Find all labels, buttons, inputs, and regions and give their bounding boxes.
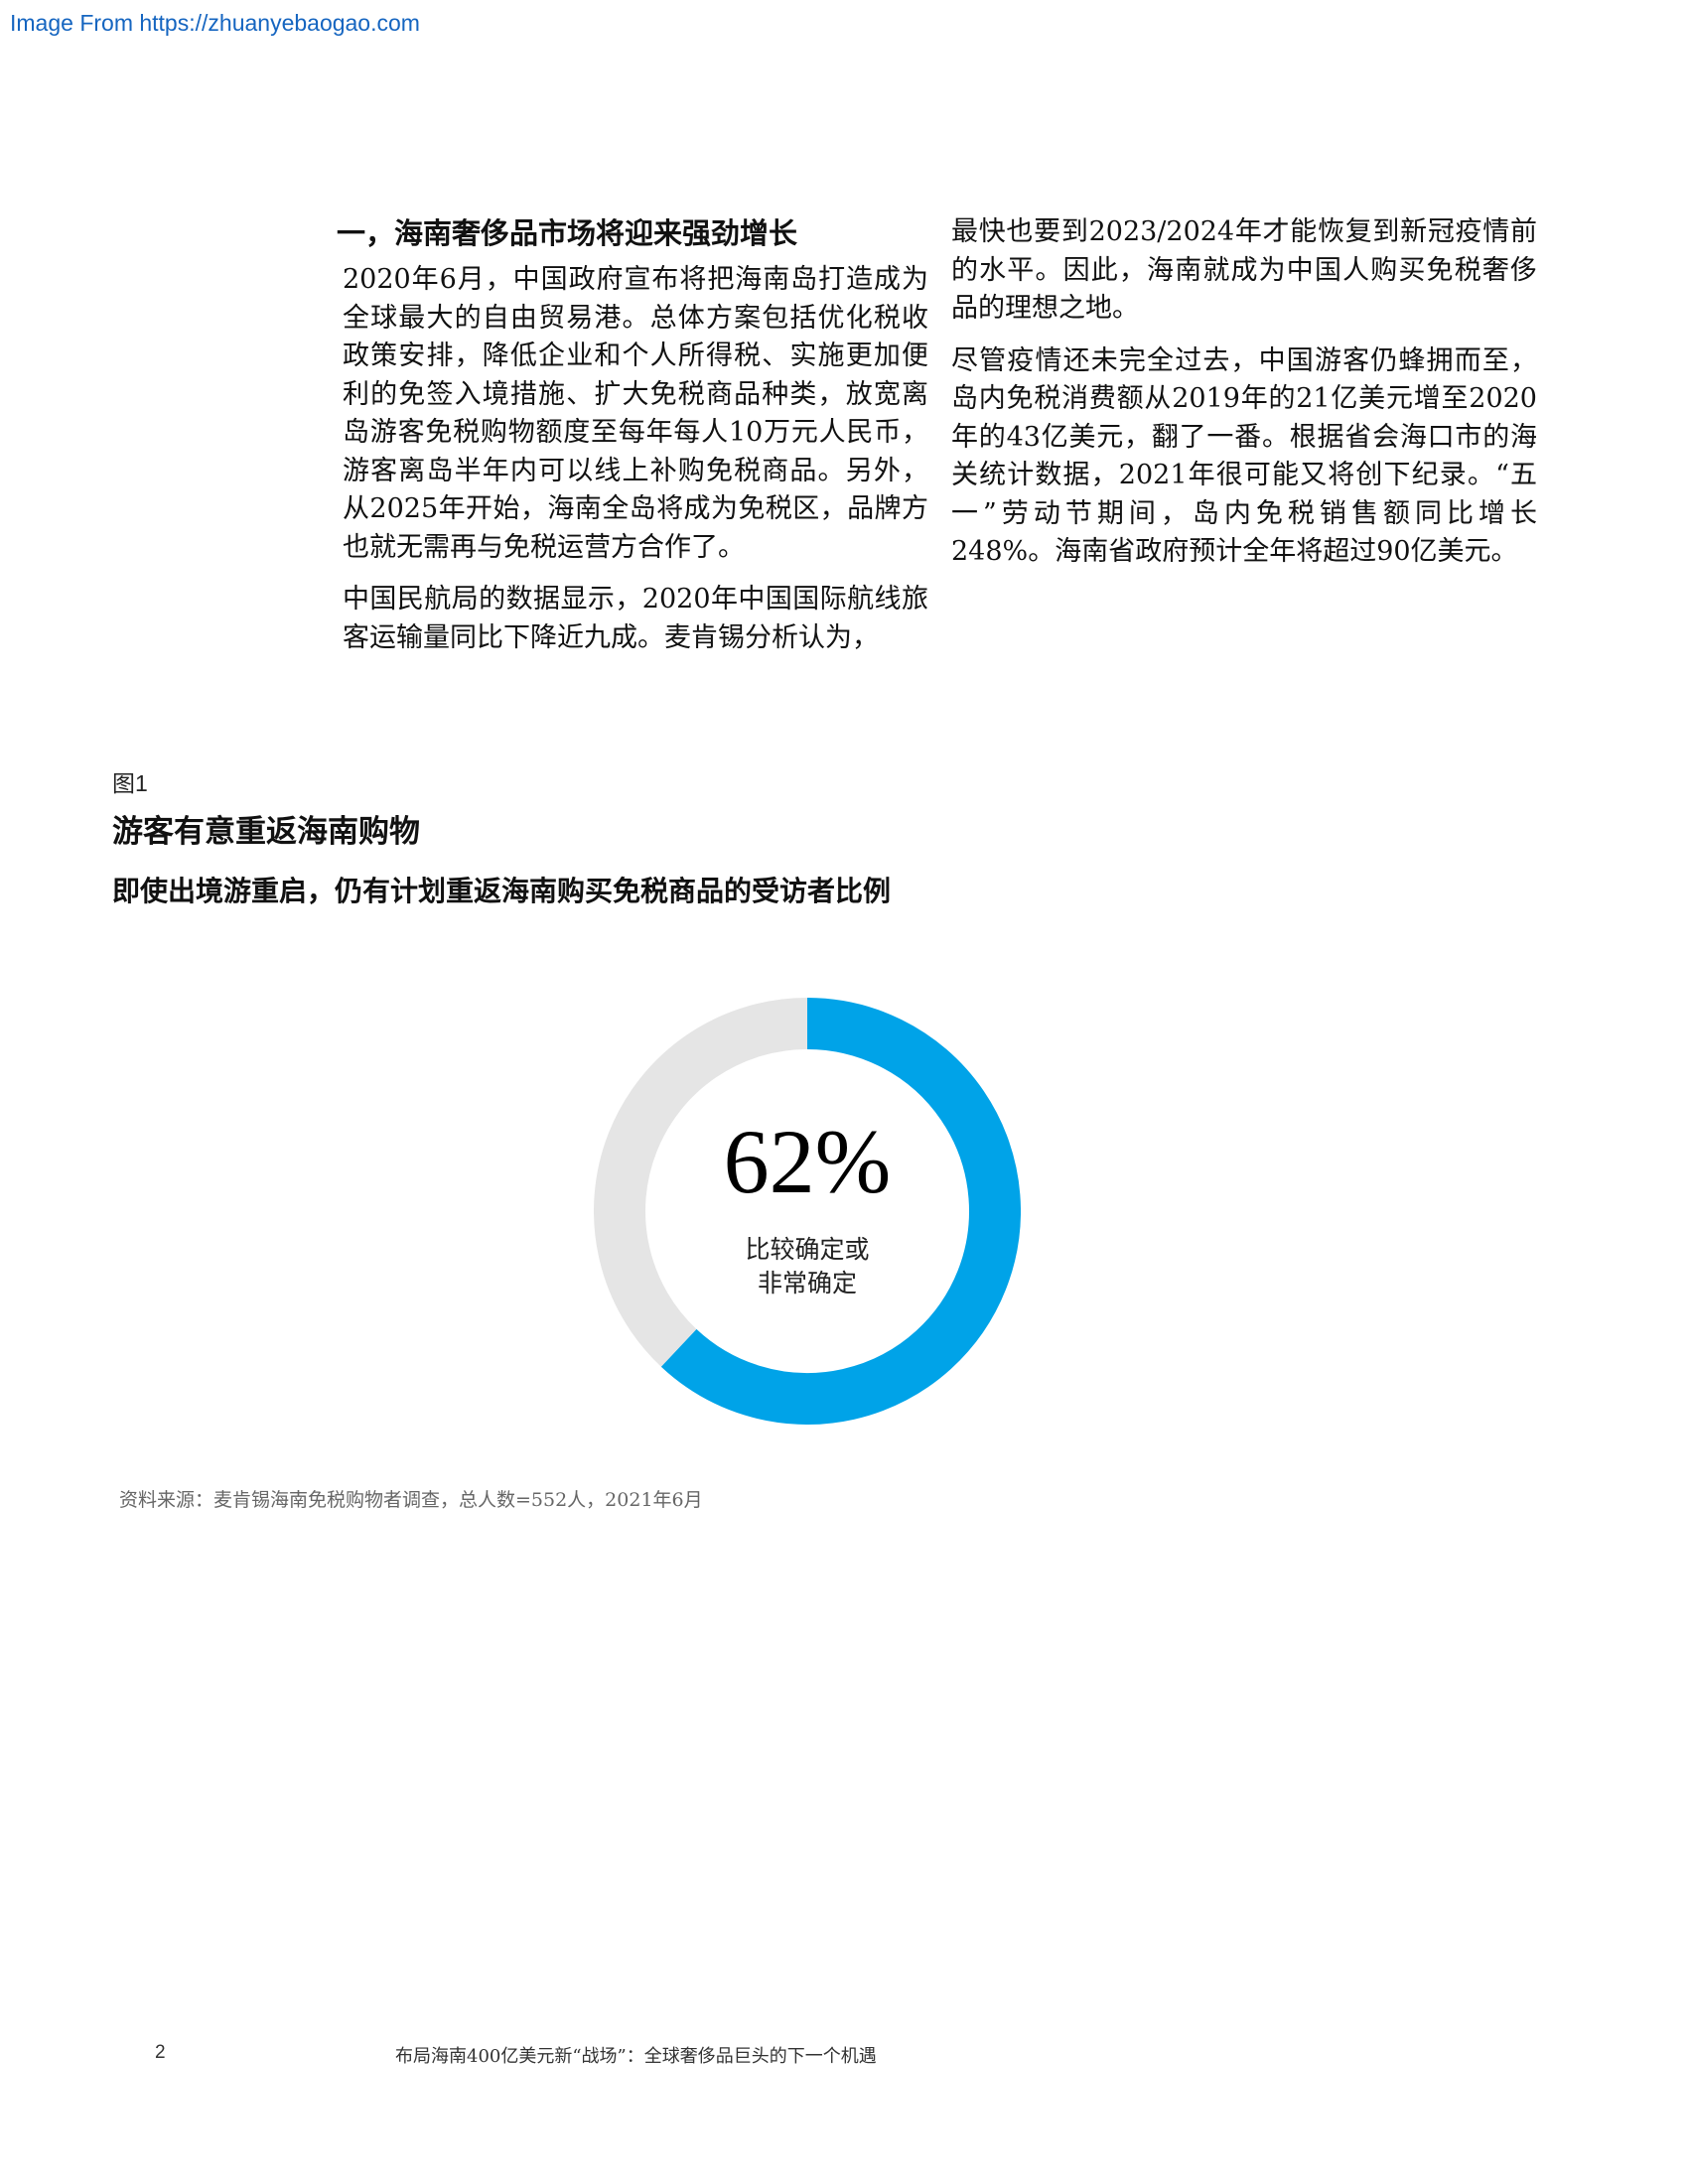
figure-source: 资料来源：麦肯锡海南免税购物者调查，总人数=552人，2021年6月 [119, 1489, 703, 1511]
section-heading: 一，海南奢侈品市场将迎来强劲增长 [337, 216, 798, 250]
right-column: 最快也要到2023/2024年才能恢复到新冠疫情前的水平。因此，海南就成为中国人… [951, 213, 1537, 586]
paragraph: 最快也要到2023/2024年才能恢复到新冠疫情前的水平。因此，海南就成为中国人… [951, 216, 1537, 324]
figure-subtitle: 即使出境游重启，仍有计划重返海南购买免税商品的受访者比例 [112, 875, 892, 907]
paragraph: 2020年6月，中国政府宣布将把海南岛打造成为全球最大的自由贸易港。总体方案包括… [343, 264, 928, 563]
figure-title: 游客有意重返海南购物 [112, 814, 420, 850]
watermark-link[interactable]: Image From https://zhuanyebaogao.com [10, 10, 420, 37]
footer-title: 布局海南400亿美元新“战场”：全球奢侈品巨头的下一个机遇 [395, 2046, 877, 2067]
donut-center-label: 比较确定或 非常确定 [594, 1233, 1021, 1300]
left-column: 一，海南奢侈品市场将迎来强劲增长 2020年6月，中国政府宣布将把海南岛打造成为… [337, 213, 928, 671]
paragraph: 中国民航局的数据显示，2020年中国国际航线旅客运输量同比下降近九成。麦肯锡分析… [343, 584, 928, 653]
donut-center-value: 62% [723, 1111, 892, 1212]
paragraph: 尽管疫情还未完全过去，中国游客仍蜂拥而至，岛内免税消费额从2019年的21亿美元… [951, 344, 1537, 568]
donut-center-label-line: 比较确定或 [745, 1235, 870, 1264]
page-number: 2 [155, 2042, 166, 2063]
figure-label: 图1 [112, 770, 148, 796]
donut-center-label-line: 非常确定 [757, 1269, 857, 1297]
